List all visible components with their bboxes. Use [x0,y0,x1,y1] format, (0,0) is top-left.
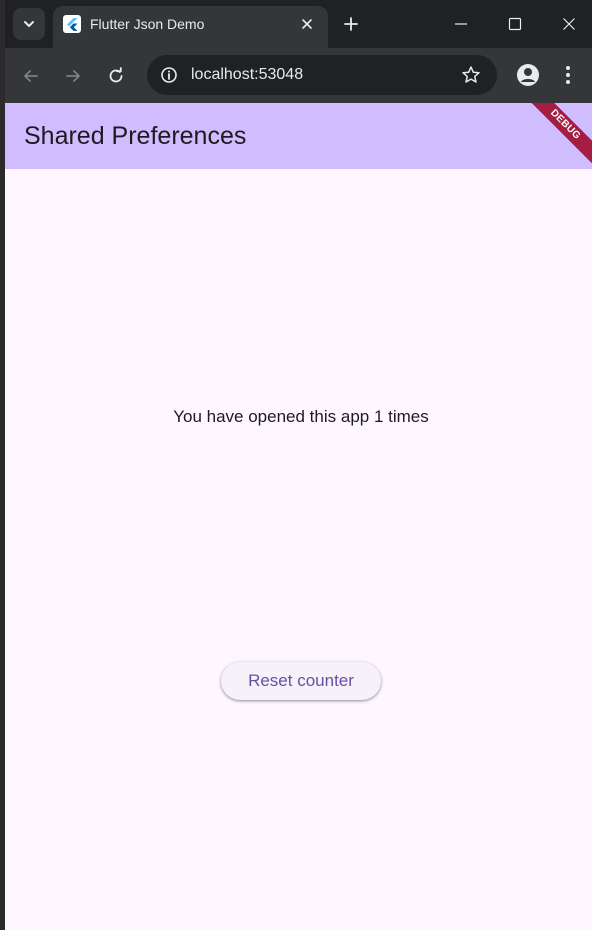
bookmark-button[interactable] [459,63,483,87]
reload-icon [109,67,123,83]
person-icon [517,64,539,86]
counter-text: You have opened this app 1 times [173,407,429,426]
browser-toolbar: localhost:53048 [5,48,592,103]
minimize-icon [455,23,467,25]
tab-search-button[interactable] [13,8,45,40]
minimize-button[interactable] [438,6,484,42]
flutter-icon [63,15,81,33]
tab-strip: Flutter Json Demo [5,0,592,48]
reset-counter-button[interactable]: Reset counter [221,662,381,700]
address-bar[interactable]: localhost:53048 [147,55,497,95]
app-bar: Shared Preferences [5,103,592,169]
arrow-left-icon [24,70,38,82]
browser-window: Flutter Json Demo localhost:53048 Shared… [5,0,592,930]
plus-icon [344,17,358,31]
site-info-button[interactable] [155,61,183,89]
tab-active[interactable]: Flutter Json Demo [53,6,328,48]
new-tab-button[interactable] [337,10,365,38]
close-icon [302,19,312,29]
url-text: localhost:53048 [191,66,304,83]
tab-title: Flutter Json Demo [90,16,205,32]
chevron-down-icon [24,21,34,27]
info-icon [161,67,177,83]
browser-menu-button[interactable] [558,61,578,89]
close-icon [563,18,575,30]
profile-button[interactable] [514,61,542,89]
app-page: Shared Preferences DEBUG You have opened… [5,103,592,930]
maximize-button[interactable] [492,6,538,42]
maximize-icon [508,17,522,31]
reload-button[interactable] [100,60,132,92]
page-title: Shared Preferences [24,122,247,150]
tab-close-button[interactable] [296,13,318,35]
arrow-right-icon [66,70,80,82]
back-button[interactable] [15,60,47,92]
star-icon [462,66,480,83]
window-close-button[interactable] [546,6,592,42]
forward-button[interactable] [57,60,89,92]
more-vert-icon [566,66,570,84]
